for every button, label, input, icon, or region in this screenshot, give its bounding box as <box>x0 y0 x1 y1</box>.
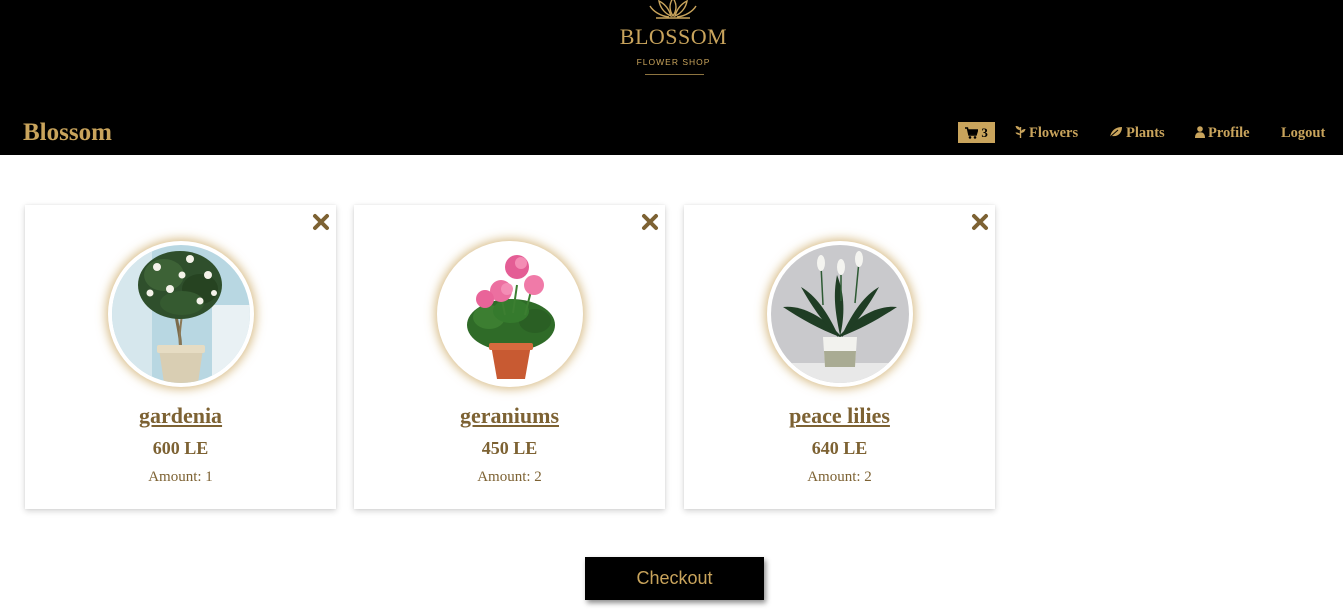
nav-logout-label: Logout <box>1281 125 1326 141</box>
cart-count: 3 <box>981 125 988 140</box>
nav-plants-label: Plants <box>1126 125 1165 141</box>
site-header: BLOSSOM FLOWER SHOP Blossom 3 Flowers Pl… <box>0 0 1343 155</box>
geraniums-plant-image <box>441 245 579 383</box>
nav-profile[interactable]: Profile <box>1195 122 1250 144</box>
nav-flowers-label: Flowers <box>1029 125 1079 141</box>
product-price: 600 LE <box>152 438 209 458</box>
peace-lilies-plant-image <box>771 245 909 383</box>
product-image-frame <box>108 241 254 387</box>
lotus-icon <box>649 0 697 19</box>
user-icon <box>1195 126 1205 138</box>
remove-icon[interactable] <box>641 213 659 231</box>
remove-icon[interactable] <box>971 213 989 231</box>
product-image-frame <box>437 241 583 387</box>
logo-subtitle: FLOWER SHOP <box>636 57 711 67</box>
nav-plants[interactable]: Plants <box>1109 122 1165 144</box>
product-name-link[interactable]: gardenia <box>25 403 336 429</box>
brand-link[interactable]: Blossom <box>23 118 112 148</box>
product-price: 640 LE <box>811 438 868 458</box>
cart-item-card: gardenia 600 LE Amount: 1 <box>25 205 336 509</box>
shopping-cart-icon <box>965 127 979 139</box>
remove-icon[interactable] <box>312 213 330 231</box>
leaf-icon <box>1109 127 1122 138</box>
nav-flowers[interactable]: Flowers <box>1015 122 1078 144</box>
product-amount: Amount: 1 <box>148 469 213 485</box>
product-name-link[interactable]: peace lilies <box>684 403 995 429</box>
cart-button[interactable]: 3 <box>958 122 995 143</box>
logo-divider <box>645 74 704 75</box>
product-price: 450 LE <box>481 438 538 458</box>
checkout-button[interactable]: Checkout <box>585 557 764 600</box>
site-logo[interactable]: BLOSSOM FLOWER SHOP <box>0 0 1343 90</box>
pagelines-icon <box>1015 126 1026 138</box>
product-name-link[interactable]: geraniums <box>354 403 665 429</box>
cart-item-card: geraniums 450 LE Amount: 2 <box>354 205 665 509</box>
nav-logout[interactable]: Logout <box>1281 122 1325 144</box>
product-amount: Amount: 2 <box>477 469 542 485</box>
nav-profile-label: Profile <box>1208 125 1250 141</box>
product-amount: Amount: 2 <box>807 469 872 485</box>
cart-item-card: peace lilies 640 LE Amount: 2 <box>684 205 995 509</box>
product-image-frame <box>767 241 913 387</box>
logo-name: BLOSSOM <box>619 24 728 49</box>
gardenia-plant-image <box>112 245 250 383</box>
